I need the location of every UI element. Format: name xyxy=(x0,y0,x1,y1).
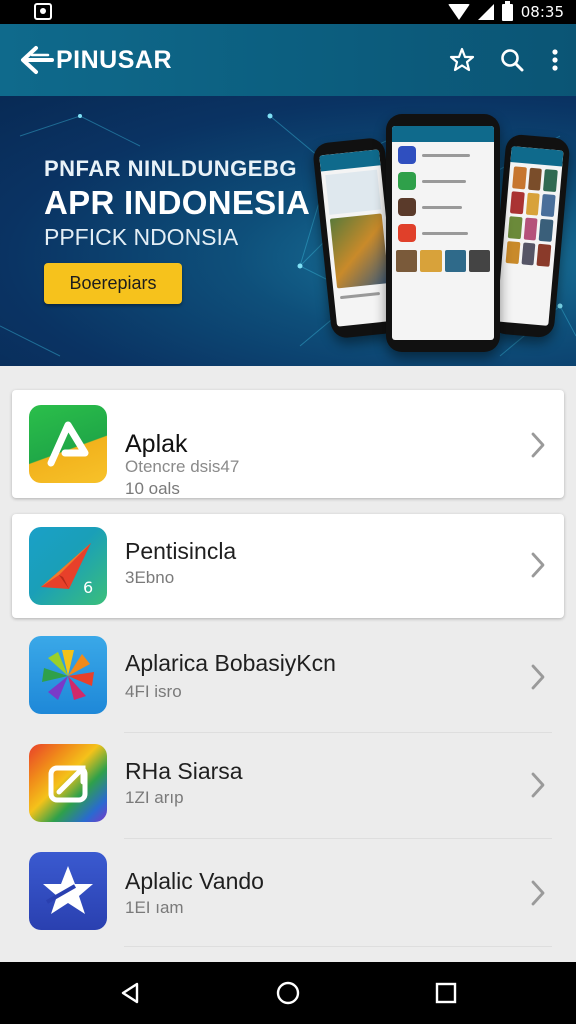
banner-subheadline: PPFICK NDONSIA xyxy=(44,224,239,250)
teal-red-paper-plane-icon: 6 xyxy=(29,527,107,605)
app-meta: 4FI isro xyxy=(125,682,182,701)
phone-mockup-center xyxy=(386,114,500,352)
app-name: RHa Siarsa xyxy=(125,758,243,784)
notification-icon xyxy=(34,3,52,20)
back-icon[interactable] xyxy=(114,977,146,1009)
app-name: Aplak xyxy=(125,430,188,458)
promo-banner[interactable]: PNFAR NINLDUNGEBG APR INDONESIA PPFICK N… xyxy=(0,96,576,366)
chevron-right-icon xyxy=(531,772,545,798)
recents-icon[interactable] xyxy=(430,977,462,1009)
brand: PINUSAR xyxy=(20,42,172,78)
app-meta: 3Ebno xyxy=(125,568,175,587)
app-bar: PINUSAR xyxy=(0,24,576,96)
green-yellow-arrow-icon xyxy=(29,405,107,483)
search-icon[interactable] xyxy=(498,42,526,78)
app-meta: 1EI ıam xyxy=(125,898,184,917)
app-subtitle: Otencre dsis47 xyxy=(125,457,240,476)
wifi-icon xyxy=(447,4,470,20)
list-item[interactable]: Aplak Otencre dsis47 10 oals xyxy=(12,390,564,498)
banner-headline: APR INDONESIA xyxy=(44,184,311,221)
system-nav-bar xyxy=(0,962,576,1024)
list-item[interactable]: RHa Siarsa 1ZI arıp xyxy=(12,732,564,840)
list-item[interactable]: Aplarica BobasiyKcn 4FI isro xyxy=(12,618,564,726)
featured-app-card[interactable]: Aplak Otencre dsis47 10 oals xyxy=(12,390,564,498)
svg-text:6: 6 xyxy=(83,578,93,597)
more-vert-icon[interactable] xyxy=(548,42,562,78)
chevron-right-icon xyxy=(531,880,545,906)
app-meta: 10 oals xyxy=(125,479,180,498)
star-icon[interactable] xyxy=(448,42,476,78)
back-arrow-icon[interactable] xyxy=(20,45,54,75)
status-bar: 08:35 xyxy=(0,0,576,24)
rainbow-share-icon xyxy=(29,744,107,822)
banner-cta-button[interactable]: Boerepiars xyxy=(44,263,182,304)
rainbow-flower-icon xyxy=(29,636,107,714)
status-icons: 08:35 xyxy=(447,0,564,22)
app-name: Aplarica BobasiyKcn xyxy=(125,650,336,676)
list-item[interactable]: Aplalic Vando 1EI ıam xyxy=(12,838,564,946)
chevron-right-icon xyxy=(531,552,545,578)
list-item[interactable]: 6 Pentisincla 3Ebno xyxy=(12,514,564,618)
app-title: PINUSAR xyxy=(56,45,173,74)
battery-icon xyxy=(501,0,513,21)
status-time: 08:35 xyxy=(520,3,564,21)
app-name: Pentisincla xyxy=(125,538,237,564)
app-name: Aplalic Vando xyxy=(125,868,264,894)
blue-star-icon xyxy=(29,852,107,930)
signal-icon xyxy=(477,4,494,20)
chevron-right-icon xyxy=(531,664,545,690)
app-card[interactable]: 6 Pentisincla 3Ebno xyxy=(12,514,564,618)
divider xyxy=(124,946,552,947)
chevron-right-icon xyxy=(531,432,545,458)
app-meta: 1ZI arıp xyxy=(125,788,184,807)
home-icon[interactable] xyxy=(272,977,304,1009)
banner-line-1: PNFAR NINLDUNGEBG xyxy=(44,156,297,181)
